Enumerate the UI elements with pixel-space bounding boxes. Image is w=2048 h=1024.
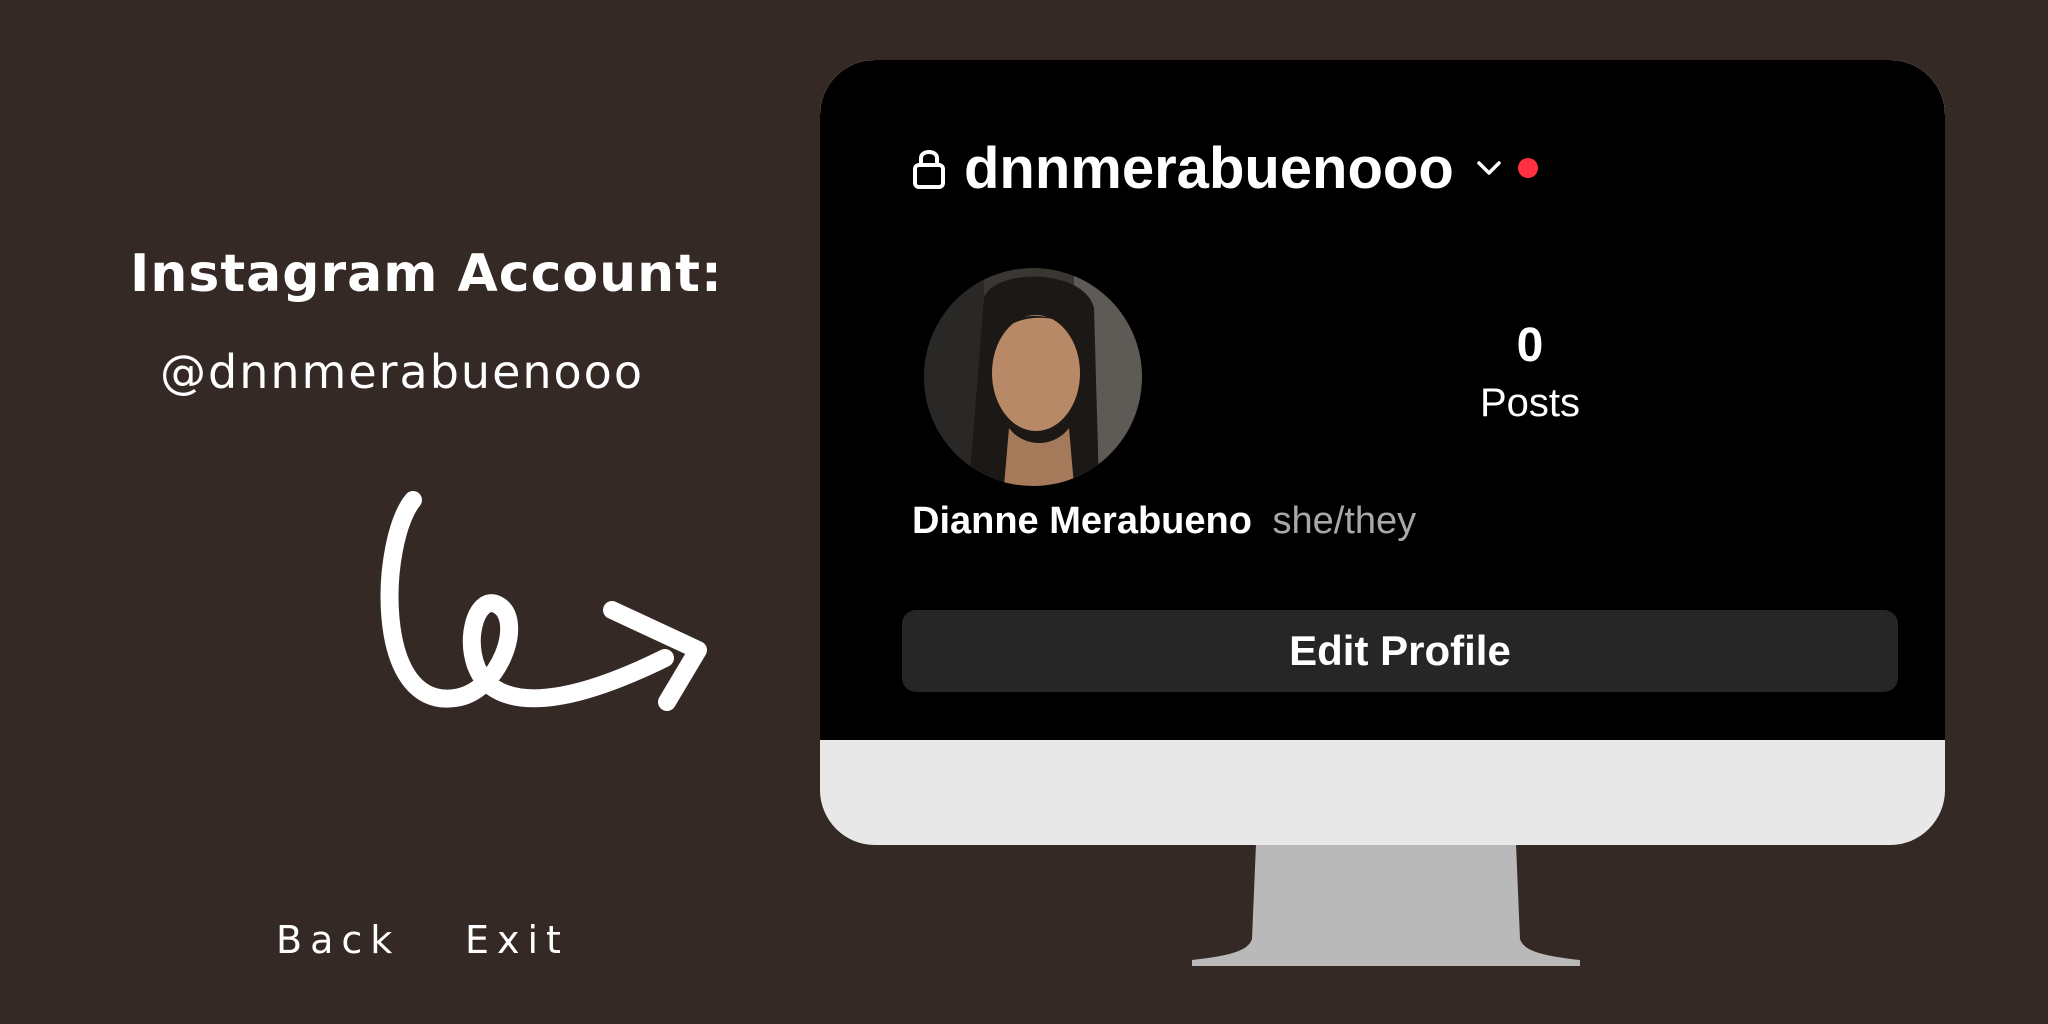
exit-link[interactable]: Exit <box>465 918 569 962</box>
username[interactable]: dnnmerabuenooo <box>964 135 1454 202</box>
profile-header: dnnmerabuenooo <box>912 128 1538 208</box>
avatar-photo <box>924 268 1142 486</box>
edit-profile-button[interactable]: Edit Profile <box>902 610 1898 692</box>
posts-label: Posts <box>1479 381 1581 425</box>
pronouns: she/they <box>1272 500 1417 542</box>
monitor-bezel: dnnmerabuenooo 0 Posts Dianne Merabueno … <box>820 60 1945 845</box>
instagram-profile-screen: dnnmerabuenooo 0 Posts Dianne Merabueno … <box>820 60 1945 740</box>
posts-stat[interactable]: 0 Posts <box>1380 318 1680 426</box>
page-heading: Instagram Account: <box>130 244 723 304</box>
monitor: dnnmerabuenooo 0 Posts Dianne Merabueno … <box>820 60 1945 845</box>
back-link[interactable]: Back <box>276 918 400 962</box>
chevron-down-icon[interactable] <box>1476 159 1502 177</box>
notification-dot <box>1517 158 1538 178</box>
avatar[interactable] <box>924 268 1142 486</box>
bio-name-row: Dianne Merabueno she/they <box>912 500 1416 543</box>
monitor-stand <box>1192 844 1580 966</box>
curly-arrow-icon <box>380 491 707 711</box>
posts-count: 0 <box>1516 319 1544 372</box>
account-handle: @dnnmerabuenooo <box>160 345 644 399</box>
display-name: Dianne Merabueno <box>912 500 1252 542</box>
lock-icon <box>913 150 945 189</box>
